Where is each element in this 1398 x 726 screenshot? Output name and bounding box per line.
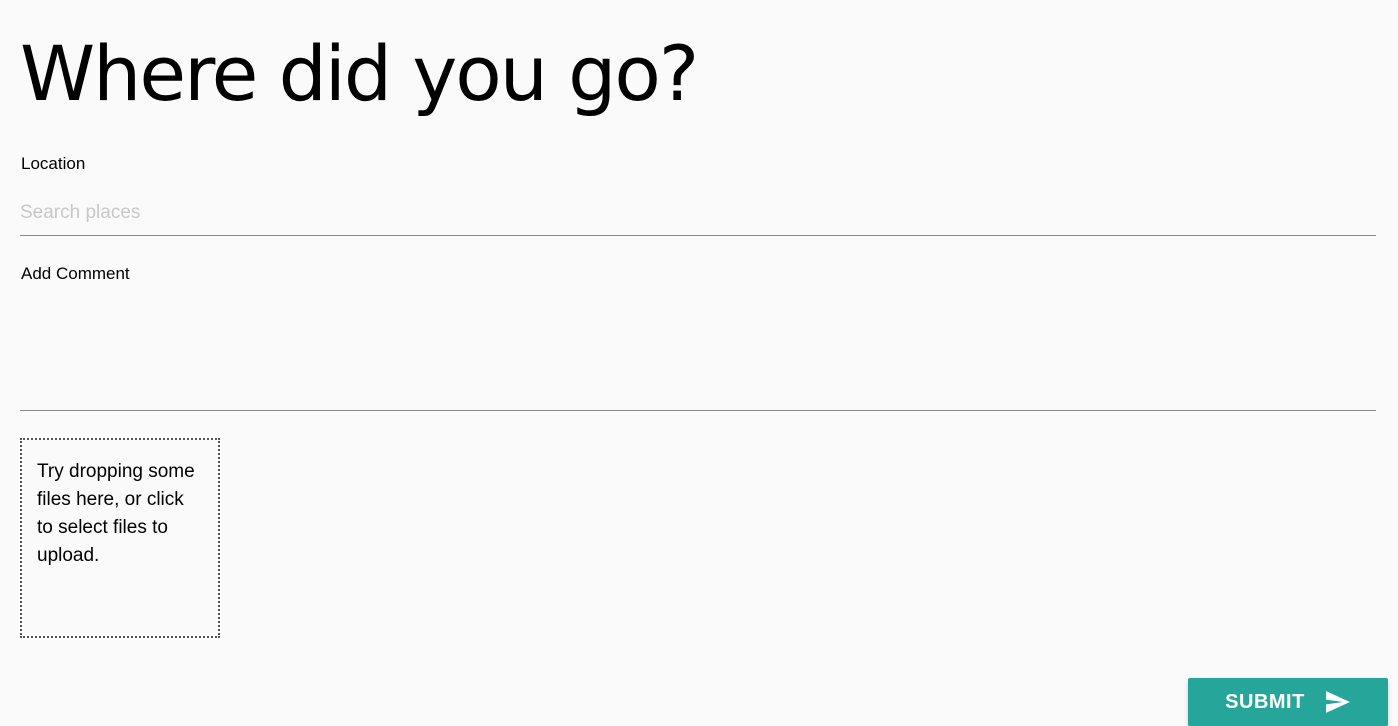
submit-button[interactable]: SUBMIT [1188,678,1388,726]
page: Where did you go? Location Add Comment T… [0,0,1398,726]
location-label: Location [21,154,86,173]
comment-field[interactable] [20,292,1376,411]
send-icon [1325,690,1351,714]
page-title: Where did you go? [20,29,699,118]
comment-label: Add Comment [21,264,130,283]
file-dropzone[interactable]: Try dropping some files here, or click t… [20,438,220,638]
search-input[interactable] [20,190,1376,236]
dropzone-text: Try dropping some files here, or click t… [37,461,195,566]
submit-label: SUBMIT [1225,690,1305,713]
